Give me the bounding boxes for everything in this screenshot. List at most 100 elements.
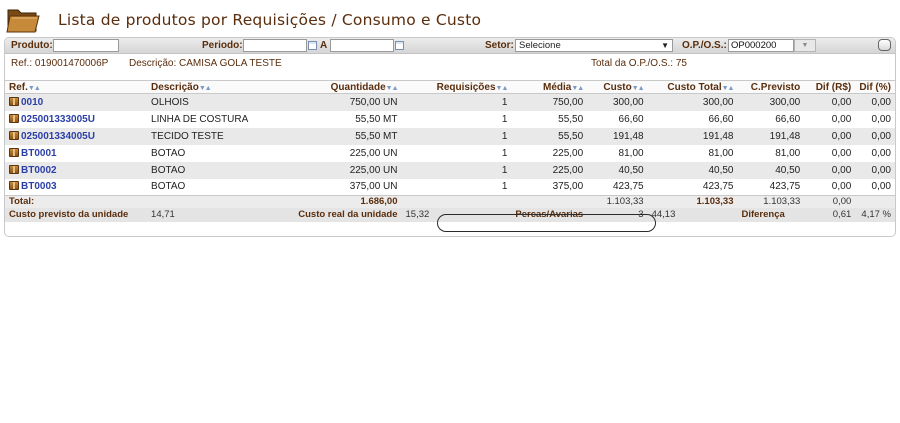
desc-cell: BOTAO <box>147 144 275 162</box>
periodo-label: Periodo: <box>202 40 243 51</box>
media-cell: 750,00 <box>511 93 588 111</box>
op-input[interactable] <box>728 39 794 52</box>
custo-total-cell: 423,75 <box>647 178 738 196</box>
dif-rs-cell: 0,00 <box>804 161 856 179</box>
custo-total-cell: 40,50 <box>647 161 738 179</box>
periodo-to-label: A <box>320 40 328 51</box>
previsto-cell: 423,75 <box>737 178 805 196</box>
calendar-icon[interactable] <box>395 41 404 50</box>
filter-bar: Produto: Periodo: A Setor: Selecione ▼ O… <box>5 38 895 54</box>
box-icon <box>9 147 19 157</box>
req-cell: 1 <box>401 93 512 111</box>
total-label: Total: <box>5 195 148 208</box>
col-ref-header[interactable]: Ref.▼▲ <box>5 80 148 94</box>
media-cell: 375,00 <box>511 178 588 196</box>
products-table: Ref.▼▲ Descrição▼▲ Quantidade▼▲ Requisiç… <box>5 80 895 222</box>
dif-pct-cell: 0,00 <box>855 93 895 111</box>
col-media-header[interactable]: Média▼▲ <box>511 80 588 94</box>
setor-selected-value: Selecione <box>519 40 561 51</box>
col-requisicoes-header[interactable]: Requisições▼▲ <box>401 80 512 94</box>
qtd-cell: 225,00 UN <box>274 161 402 179</box>
sort-icon: ▼▲ <box>385 84 399 92</box>
total-qtd: 1.686,00 <box>274 195 402 208</box>
custo-cell: 300,00 <box>587 93 648 111</box>
col-custo-total-header[interactable]: Custo Total▼▲ <box>647 80 738 94</box>
op-dropdown-icon[interactable]: ▼ <box>794 39 816 52</box>
media-cell: 225,00 <box>511 144 588 162</box>
custo-previsto-label: Custo previsto da unidade <box>5 207 148 222</box>
custo-total-cell: 300,00 <box>647 93 738 111</box>
qtd-cell: 225,00 UN <box>274 144 402 162</box>
previsto-cell: 40,50 <box>737 161 805 179</box>
custo-cell: 66,60 <box>587 110 648 128</box>
sort-icon: ▼▲ <box>198 84 212 92</box>
periodo-from-input[interactable] <box>243 39 307 52</box>
table-row: BT0003 BOTAO 375,00 UN 1 375,00 423,75 4… <box>5 178 895 196</box>
total-previsto: 1.103,33 <box>737 195 805 208</box>
custo-previsto-value: 14,71 <box>147 207 275 222</box>
previsto-cell: 66,60 <box>737 110 805 128</box>
custo-cell: 40,50 <box>587 161 648 179</box>
media-cell: 55,50 <box>511 110 588 128</box>
diferenca-label: Diferença <box>737 207 805 222</box>
dif-pct-cell: 0,00 <box>855 144 895 162</box>
page-title: Lista de produtos por Requisições / Cons… <box>58 11 482 29</box>
report-panel: Produto: Periodo: A Setor: Selecione ▼ O… <box>4 37 896 237</box>
dif-rs-cell: 0,00 <box>804 127 856 145</box>
col-dif-rs-header: Dif (R$) <box>804 80 856 94</box>
product-ref-link[interactable]: BT0003 <box>21 181 57 192</box>
custo-total-cell: 66,60 <box>647 110 738 128</box>
sort-icon: ▼▲ <box>27 84 41 92</box>
desc-cell: BOTAO <box>147 161 275 179</box>
dif-pct-cell: 0,00 <box>855 127 895 145</box>
qtd-cell: 55,50 MT <box>274 110 402 128</box>
col-quantidade-header[interactable]: Quantidade▼▲ <box>274 80 402 94</box>
dif-pct-cell: 0,00 <box>855 110 895 128</box>
page-header: Lista de produtos por Requisições / Cons… <box>4 2 896 36</box>
table-row: BT0001 BOTAO 225,00 UN 1 225,00 81,00 81… <box>5 144 895 162</box>
perdas-qtd: 3 <box>587 207 648 222</box>
product-ref-link[interactable]: BT0001 <box>21 148 57 159</box>
box-icon <box>9 130 19 140</box>
box-icon <box>9 96 19 106</box>
req-cell: 1 <box>401 144 512 162</box>
table-row: BT0002 BOTAO 225,00 UN 1 225,00 40,50 40… <box>5 161 895 179</box>
req-cell: 1 <box>401 127 512 145</box>
product-ref-link[interactable]: BT0002 <box>21 165 57 176</box>
col-descricao-header[interactable]: Descrição▼▲ <box>147 80 275 94</box>
product-ref-link[interactable]: 0010 <box>21 97 43 108</box>
diferenca-value: 0,61 <box>804 207 856 222</box>
diferenca-pct: 4,17 % <box>855 207 895 222</box>
total-dif-rs: 0,00 <box>804 195 856 208</box>
produto-label: Produto: <box>11 40 53 51</box>
custo-total-cell: 81,00 <box>647 144 738 162</box>
perdas-value: 44,13 <box>647 207 738 222</box>
total-op-info: Total da O.P./O.S.: 75 <box>591 58 687 69</box>
sort-icon: ▼▲ <box>495 84 509 92</box>
total-custo: 1.103,33 <box>587 195 648 208</box>
qtd-cell: 55,50 MT <box>274 127 402 145</box>
dif-rs-cell: 0,00 <box>804 178 856 196</box>
product-ref-link[interactable]: 025001334005U <box>21 131 95 142</box>
col-dif-pct-header: Dif (%) <box>855 80 895 94</box>
previsto-cell: 191,48 <box>737 127 805 145</box>
total-row: Total: 1.686,00 1.103,33 1.103,33 1.103,… <box>5 195 895 208</box>
calendar-icon[interactable] <box>308 41 317 50</box>
produto-input[interactable] <box>53 39 119 52</box>
desc-cell: LINHA DE COSTURA <box>147 110 275 128</box>
media-cell: 225,00 <box>511 161 588 179</box>
info-row: Ref.: 019001470006P Descrição: CAMISA GO… <box>5 56 895 70</box>
summary-row: Custo previsto da unidade 14,71 Custo re… <box>5 207 895 222</box>
setor-label: Setor: <box>485 40 514 51</box>
table-row: 0010 OLHOIS 750,00 UN 1 750,00 300,00 30… <box>5 93 895 111</box>
periodo-to-input[interactable] <box>330 39 394 52</box>
setor-select[interactable]: Selecione ▼ <box>515 39 673 52</box>
box-icon <box>9 113 19 123</box>
col-custo-header[interactable]: Custo▼▲ <box>587 80 648 94</box>
previsto-cell: 300,00 <box>737 93 805 111</box>
descricao-info: Descrição: CAMISA GOLA TESTE <box>129 58 282 69</box>
box-icon <box>9 181 19 191</box>
table-header: Ref.▼▲ Descrição▼▲ Quantidade▼▲ Requisiç… <box>5 80 895 94</box>
search-button[interactable] <box>878 39 891 51</box>
product-ref-link[interactable]: 025001333005U <box>21 114 95 125</box>
